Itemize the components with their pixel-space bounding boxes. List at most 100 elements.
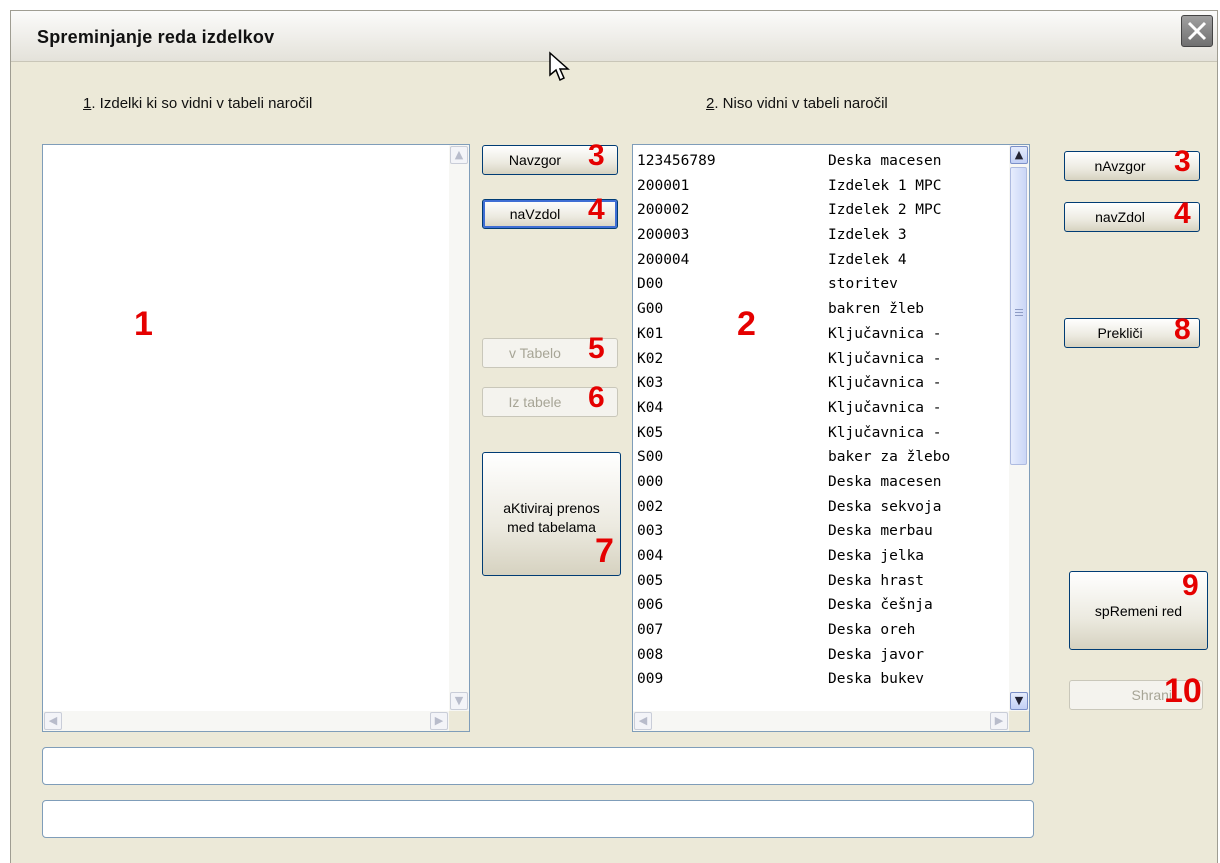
change-order-label: spRemeni red [1094, 603, 1183, 619]
product-code: 003 [637, 523, 664, 540]
annotation-7: 7 [595, 532, 614, 570]
grip-icon [1015, 315, 1023, 316]
product-code: 006 [637, 597, 664, 614]
right-label-text: . Niso vidni v tabeli naročil [714, 95, 888, 112]
activate-transfer-label-1: aKtiviraj prenos [503, 500, 600, 516]
dialog-window: Spreminjanje reda izdelkov 1. Izdelki ki… [10, 10, 1218, 863]
annotation-3-left: 3 [588, 139, 605, 172]
left-horizontal-scrollbar[interactable]: ◀ ▶ [43, 711, 449, 731]
grip-icon [1015, 309, 1023, 310]
scroll-thumb[interactable] [1010, 167, 1027, 465]
product-name: Ključavnica - [828, 350, 942, 367]
right-list-label: 2. Niso vidni v tabeli naročil [706, 95, 888, 112]
list-item[interactable]: K01 Ključavnica - [637, 322, 1007, 347]
scroll-corner [1009, 711, 1029, 731]
product-name: Deska hrast [828, 572, 925, 589]
product-code: D00 [637, 276, 664, 293]
product-name: Deska sekvoja [828, 498, 942, 515]
title-bar[interactable]: Spreminjanje reda izdelkov [11, 11, 1217, 62]
window-title: Spreminjanje reda izdelkov [37, 27, 275, 47]
hidden-products-rows: 123456789 Deska macesen 200001 Izdelek 1 MP… [637, 149, 1007, 709]
visible-products-list[interactable]: ▲ ▼ ◀ ▶ [42, 144, 470, 732]
product-name: Deska macesen [828, 153, 942, 169]
product-name: Izdelek 1 MPC [828, 177, 942, 194]
annotation-4-left: 4 [588, 193, 605, 226]
annotation-9: 9 [1182, 569, 1199, 602]
list-item[interactable]: 200001 Izdelek 1 MPC [637, 174, 1007, 199]
hidden-products-list[interactable]: 123456789 Deska macesen 200001 Izdelek 1 MP… [632, 144, 1030, 732]
list-item[interactable]: 007 Deska oreh [637, 618, 1007, 643]
right-horizontal-scrollbar[interactable]: ◀ ▶ [633, 711, 1009, 731]
left-list-label: 1. Izdelki ki so vidni v tabeli naročil [83, 95, 312, 112]
annotation-3-right: 3 [1174, 145, 1191, 178]
product-name: baker za žlebo [828, 449, 951, 466]
list-item[interactable]: 200004 Izdelek 4 [637, 248, 1007, 273]
product-name: Deska bukev [828, 671, 925, 688]
product-name: Izdelek 3 [828, 227, 907, 244]
scroll-right-icon[interactable]: ▶ [430, 712, 448, 730]
list-item[interactable]: D00 storitev [637, 272, 1007, 297]
scroll-up-icon[interactable]: ▲ [450, 146, 468, 164]
list-item[interactable]: S00 baker za žlebo [637, 445, 1007, 470]
list-item[interactable]: 000 Deska macesen [637, 470, 1007, 495]
list-item[interactable]: 004 Deska jelka [637, 544, 1007, 569]
product-code: K05 [637, 424, 664, 441]
product-name: Deska oreh [828, 622, 916, 639]
product-name: Deska javor [828, 646, 925, 663]
list-item[interactable]: 009 Deska bukev [637, 667, 1007, 692]
scroll-left-icon[interactable]: ◀ [44, 712, 62, 730]
product-code: K03 [637, 375, 664, 392]
list-item[interactable]: 005 Deska hrast [637, 569, 1007, 594]
close-button[interactable] [1181, 15, 1213, 47]
annotation-10: 10 [1164, 672, 1202, 710]
scroll-down-icon[interactable]: ▼ [450, 692, 468, 710]
product-name: Izdelek 2 MPC [828, 202, 942, 219]
product-code: 200001 [637, 177, 690, 194]
product-code: K01 [637, 325, 664, 342]
product-code: K04 [637, 399, 664, 416]
scroll-down-icon[interactable]: ▼ [1010, 692, 1028, 710]
list-item[interactable]: G00 bakren žleb [637, 297, 1007, 322]
product-code: 200004 [637, 251, 690, 268]
product-name: Ključavnica - [828, 325, 942, 342]
list-item[interactable]: 006 Deska češnja [637, 593, 1007, 618]
product-name: Izdelek 4 [828, 251, 907, 268]
list-item[interactable]: K02 Ključavnica - [637, 347, 1007, 372]
product-name: Deska merbau [828, 523, 933, 540]
left-label-text: . Izdelki ki so vidni v tabeli naročil [91, 95, 313, 112]
product-code: 000 [637, 473, 664, 490]
list-item[interactable]: 200003 Izdelek 3 [637, 223, 1007, 248]
scroll-left-icon[interactable]: ◀ [634, 712, 652, 730]
right-vertical-scrollbar[interactable]: ▲ ▼ [1009, 145, 1029, 711]
left-vertical-scrollbar[interactable]: ▲ ▼ [449, 145, 469, 711]
product-name: Deska jelka [828, 548, 925, 564]
product-code: 008 [637, 646, 664, 663]
list-item[interactable]: K03 Ključavnica - [637, 371, 1007, 396]
product-name: bakren žleb [828, 301, 925, 318]
product-name: Deska češnja [828, 597, 933, 614]
close-icon [1187, 21, 1207, 41]
list-item[interactable]: 002 Deska sekvoja [637, 495, 1007, 520]
product-code: 200003 [637, 227, 690, 244]
annotation-8: 8 [1174, 313, 1191, 346]
status-field-1 [42, 747, 1034, 785]
list-item[interactable]: K04 Ključavnica - [637, 396, 1007, 421]
status-field-2 [42, 800, 1034, 838]
annotation-1: 1 [134, 305, 153, 343]
mouse-cursor-icon [549, 51, 570, 82]
list-item[interactable]: K05 Ključavnica - [637, 421, 1007, 446]
product-code: 007 [637, 622, 664, 639]
scroll-right-icon[interactable]: ▶ [990, 712, 1008, 730]
list-item[interactable]: 003 Deska merbau [637, 519, 1007, 544]
scroll-up-icon[interactable]: ▲ [1010, 146, 1028, 164]
product-code: 123456789 [637, 153, 716, 169]
list-item[interactable]: 200002 Izdelek 2 MPC [637, 198, 1007, 223]
list-item[interactable]: 123456789 Deska macesen [637, 149, 1007, 174]
annotation-4-right: 4 [1174, 197, 1191, 230]
list-item[interactable]: 008 Deska javor [637, 643, 1007, 668]
product-code: 004 [637, 548, 664, 564]
product-name: storitev [828, 276, 898, 293]
product-code: 005 [637, 572, 664, 589]
product-code: 200002 [637, 202, 690, 219]
scroll-corner [449, 711, 469, 731]
